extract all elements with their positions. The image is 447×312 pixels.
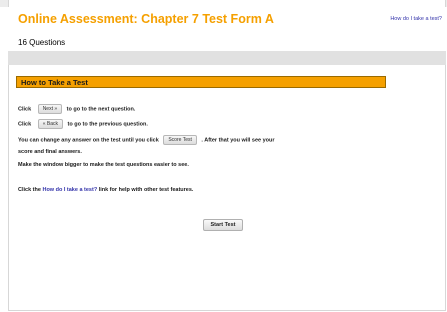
instruction-text: Click [18,121,32,128]
toolbar-band [8,51,446,65]
instruction-text: to go to the previous question. [67,121,148,128]
section-title: How to Take a Test [21,78,88,87]
instruction-score: You can change any answer on the test un… [18,135,275,145]
section-header: How to Take a Test [16,76,386,88]
instruction-help: Click the How do I take a test? link for… [18,186,193,195]
instruction-next: Click Next » to go to the next question. [18,104,135,114]
page-title: Online Assessment: Chapter 7 Test Form A [18,12,274,26]
start-test-button[interactable]: Start Test [203,219,243,231]
header: Online Assessment: Chapter 7 Test Form A… [8,7,446,51]
instruction-text: Click [18,106,32,113]
instruction-text: You can change any answer on the test un… [18,137,159,144]
back-button-sample[interactable]: « Back [37,119,63,129]
instruction-text: Click the [18,187,41,193]
score-test-button-sample[interactable]: Score Test [163,135,197,145]
instruction-window: Make the window bigger to make the test … [18,162,189,168]
instruction-score-line2: score and final answers. [18,149,82,155]
help-inline-link[interactable]: How do I take a test? [42,187,97,193]
question-count: 16 Questions [18,38,66,47]
instruction-text: to go to the next question. [66,106,136,113]
instruction-text: link for help with other test features. [98,187,194,193]
instruction-back: Click « Back to go to the previous quest… [18,119,148,129]
help-link[interactable]: How do I take a test? [390,16,442,22]
next-button-sample[interactable]: Next » [37,104,63,114]
instruction-text: . After that you will see your [201,137,275,144]
